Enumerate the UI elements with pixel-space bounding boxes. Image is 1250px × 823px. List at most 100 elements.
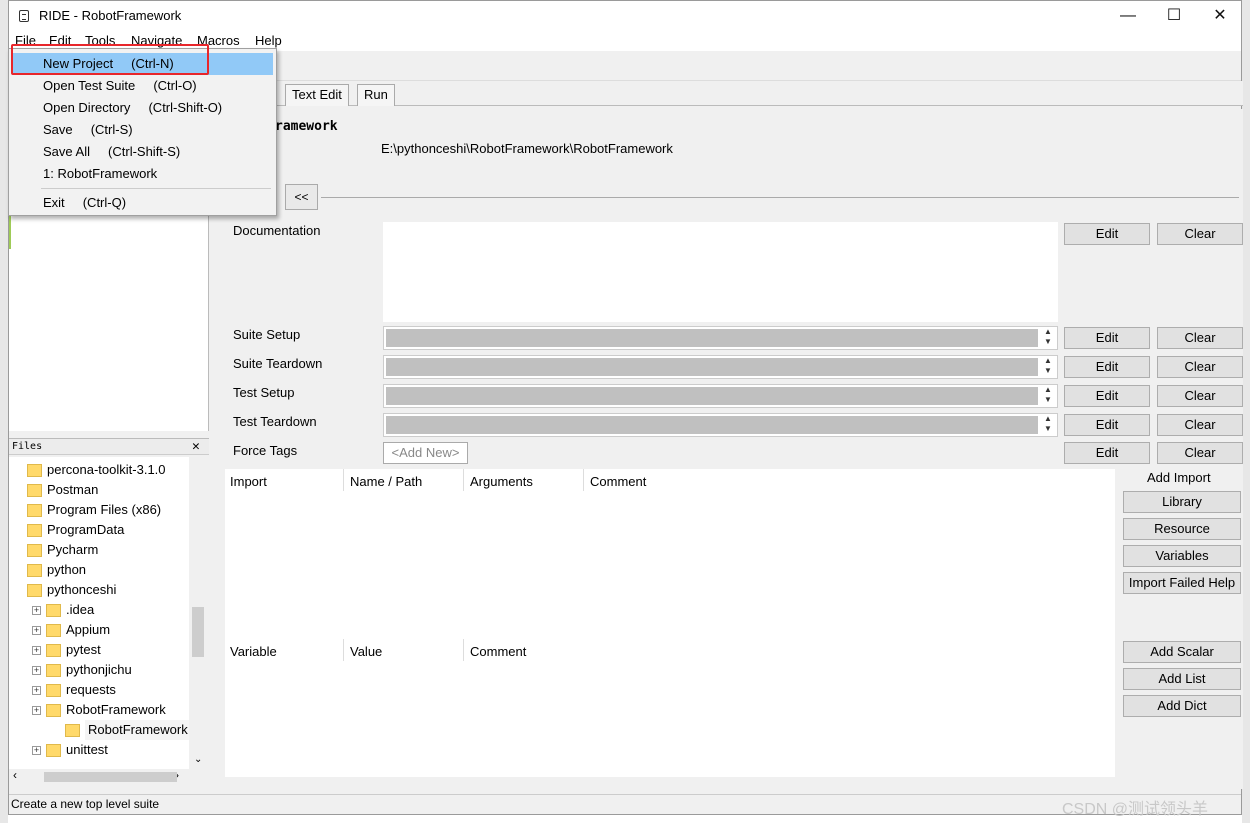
- scroll-left-icon[interactable]: ‹: [13, 768, 17, 782]
- expand-icon[interactable]: +: [32, 666, 41, 675]
- suite-setup-edit-button[interactable]: Edit: [1064, 327, 1150, 349]
- tree-item[interactable]: + requests: [9, 680, 189, 700]
- scroll-down-icon[interactable]: ⌄: [194, 754, 202, 765]
- tree-item[interactable]: + .idea: [9, 600, 189, 620]
- menu-item-open-test-suite[interactable]: Open Test Suite (Ctrl-O): [12, 75, 273, 97]
- tree-item-label: Program Files (x86): [47, 502, 162, 517]
- test-setup-edit-button[interactable]: Edit: [1064, 385, 1150, 407]
- folder-icon: [27, 504, 42, 517]
- folder-icon: [46, 604, 61, 617]
- import-failed-help-button[interactable]: Import Failed Help: [1123, 572, 1241, 594]
- add-import-label: Add Import: [1147, 470, 1211, 485]
- suite-setup-field[interactable]: ▲ ▼: [383, 326, 1058, 350]
- test-teardown-edit-button[interactable]: Edit: [1064, 414, 1150, 436]
- tree-item[interactable]: Pycharm: [9, 540, 189, 560]
- window-title: RIDE - RobotFramework: [39, 8, 182, 23]
- menu-help[interactable]: Help: [255, 33, 282, 48]
- test-setup-clear-button[interactable]: Clear: [1157, 385, 1243, 407]
- force-tags-edit-button[interactable]: Edit: [1064, 442, 1150, 464]
- force-tags-clear-button[interactable]: Clear: [1157, 442, 1243, 464]
- tree-item[interactable]: + pytest: [9, 640, 189, 660]
- add-scalar-button[interactable]: Add Scalar: [1123, 641, 1241, 663]
- col-variable-comment: Comment: [470, 644, 527, 659]
- folder-icon: [27, 484, 42, 497]
- background-right: [1242, 0, 1250, 823]
- tree-item[interactable]: ProgramData: [9, 520, 189, 540]
- library-button[interactable]: Library: [1123, 491, 1241, 513]
- documentation-edit-button[interactable]: Edit: [1064, 223, 1150, 245]
- tree-item-label: requests: [66, 682, 116, 697]
- spin-icon[interactable]: ▲ ▼: [1041, 327, 1055, 347]
- watermark: CSDN @测试领头羊: [1062, 801, 1209, 818]
- menu-item-recent-robotframework[interactable]: 1: RobotFramework: [12, 163, 273, 185]
- tree-item[interactable]: RobotFramework: [9, 720, 189, 740]
- tree-item[interactable]: percona-toolkit-3.1.0: [9, 460, 189, 480]
- menu-item-open-directory[interactable]: Open Directory (Ctrl-Shift-O): [12, 97, 273, 119]
- force-tags-label: Force Tags: [233, 443, 298, 458]
- expand-icon[interactable]: +: [32, 646, 41, 655]
- spin-icon[interactable]: ▲ ▼: [1041, 385, 1055, 405]
- resource-button[interactable]: Resource: [1123, 518, 1241, 540]
- spin-icon[interactable]: ▲ ▼: [1041, 414, 1055, 434]
- add-list-button[interactable]: Add List: [1123, 668, 1241, 690]
- tree-item-label: ProgramData: [47, 522, 125, 537]
- tree-item[interactable]: Program Files (x86): [9, 500, 189, 520]
- tree-item[interactable]: pythonceshi: [9, 580, 189, 600]
- suite-setup-clear-button[interactable]: Clear: [1157, 327, 1243, 349]
- menu-separator: [41, 188, 271, 189]
- tree-item[interactable]: python: [9, 560, 189, 580]
- tree-item[interactable]: + pythonjichu: [9, 660, 189, 680]
- test-teardown-field[interactable]: ▲ ▼: [383, 413, 1058, 437]
- suite-teardown-clear-button[interactable]: Clear: [1157, 356, 1243, 378]
- test-setup-label: Test Setup: [233, 385, 295, 400]
- tree-item[interactable]: + RobotFramework: [9, 700, 189, 720]
- menu-item-save-all[interactable]: Save All (Ctrl-Shift-S): [12, 141, 273, 163]
- documentation-clear-button[interactable]: Clear: [1157, 223, 1243, 245]
- col-separator: [463, 639, 464, 661]
- files-horizontal-scroll-thumb[interactable]: [44, 772, 177, 782]
- tab-text-edit[interactable]: Text Edit: [285, 84, 349, 106]
- tree-item-label: pytest: [66, 642, 101, 657]
- files-panel-title: Files: [12, 441, 43, 452]
- imports-variables-table[interactable]: Import Name / Path Arguments Comment Var…: [225, 469, 1115, 777]
- expand-icon[interactable]: +: [32, 706, 41, 715]
- expand-icon[interactable]: +: [32, 686, 41, 695]
- files-tree[interactable]: percona-toolkit-3.1.0 Postman Program File…: [9, 457, 189, 769]
- menu-item-save[interactable]: Save (Ctrl-S): [12, 119, 273, 141]
- files-vertical-scroll-thumb[interactable]: [192, 607, 204, 657]
- suite-teardown-edit-button[interactable]: Edit: [1064, 356, 1150, 378]
- tree-item-label: pythonceshi: [47, 582, 117, 597]
- tree-item[interactable]: + unittest: [9, 740, 189, 760]
- folder-icon: [27, 584, 42, 597]
- close-window-button[interactable]: ✕: [1197, 1, 1243, 31]
- close-icon[interactable]: ✕: [192, 439, 200, 454]
- folder-icon: [27, 524, 42, 537]
- documentation-label: Documentation: [233, 223, 321, 238]
- folder-icon: [46, 684, 61, 697]
- tree-item-label: .idea: [66, 602, 95, 617]
- minimize-button[interactable]: —: [1105, 1, 1151, 31]
- menu-item-exit[interactable]: Exit (Ctrl-Q): [12, 192, 273, 214]
- suite-teardown-field[interactable]: ▲ ▼: [383, 355, 1058, 379]
- documentation-field[interactable]: [383, 222, 1058, 322]
- expand-icon[interactable]: +: [32, 746, 41, 755]
- tree-item-label: percona-toolkit-3.1.0: [47, 462, 166, 477]
- col-separator: [343, 469, 344, 491]
- tree-item[interactable]: Postman: [9, 480, 189, 500]
- title-bar: RIDE - RobotFramework — ☐ ✕: [9, 1, 1241, 31]
- maximize-button[interactable]: ☐: [1151, 1, 1197, 31]
- force-tags-add-new[interactable]: <Add New>: [383, 442, 468, 464]
- tab-run[interactable]: Run: [357, 84, 395, 106]
- spin-icon[interactable]: ▲ ▼: [1041, 356, 1055, 376]
- tree-item-label: RobotFramework: [66, 702, 166, 717]
- folder-icon: [46, 644, 61, 657]
- expand-icon[interactable]: +: [32, 626, 41, 635]
- suite-teardown-value: [386, 358, 1038, 376]
- tree-item[interactable]: + Appium: [9, 620, 189, 640]
- collapse-settings-button[interactable]: <<: [285, 184, 318, 210]
- variables-button[interactable]: Variables: [1123, 545, 1241, 567]
- expand-icon[interactable]: +: [32, 606, 41, 615]
- test-teardown-clear-button[interactable]: Clear: [1157, 414, 1243, 436]
- test-setup-field[interactable]: ▲ ▼: [383, 384, 1058, 408]
- add-dict-button[interactable]: Add Dict: [1123, 695, 1241, 717]
